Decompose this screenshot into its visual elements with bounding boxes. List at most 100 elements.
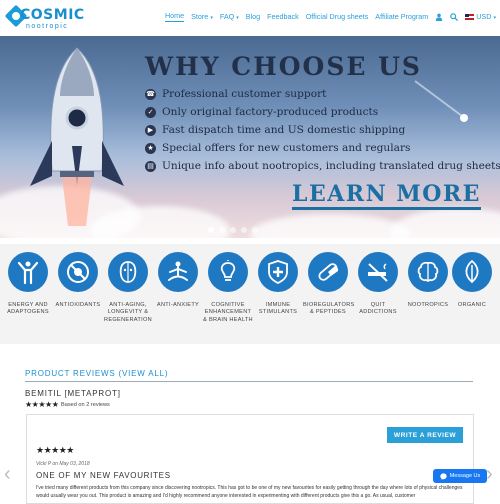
face-icon	[119, 261, 137, 283]
category-label: NOOTROPICS	[407, 302, 449, 308]
currency-selector[interactable]: USD ▾	[465, 12, 496, 21]
reviews-section: PRODUCT REVIEWS (VIEW ALL) BEMITIL [META…	[0, 356, 500, 504]
chevron-down-icon: ▾	[210, 15, 213, 21]
shield-cross-icon	[268, 260, 288, 285]
feature-item: ✓ Only original factory-produced products	[145, 106, 378, 118]
write-review-button[interactable]: WRITE A REVIEW	[387, 427, 463, 443]
category-label: COGNITIVE ENHANCEMENT & BRAIN HEALTH	[203, 302, 253, 323]
category-cognitive[interactable]: COGNITIVE ENHANCEMENT & BRAIN HEALTH	[203, 252, 253, 324]
category-circle	[108, 252, 148, 292]
meditation-icon	[168, 261, 188, 281]
message-us-label: Message Us	[449, 473, 481, 479]
capsule-icon	[318, 263, 339, 281]
site-header: COSMIC nootropic Home Store ▾ FAQ ▾ Blog…	[0, 0, 500, 36]
category-label: QUIT ADDICTIONS	[359, 302, 397, 316]
category-circle	[58, 252, 98, 292]
review-card: WRITE A REVIEW ★★★★★ Vicki P on May 03, …	[26, 414, 474, 504]
category-circle	[408, 252, 448, 292]
category-circle	[8, 252, 48, 292]
category-circle	[258, 252, 298, 292]
nav-feedback[interactable]: Feedback	[267, 12, 299, 21]
rating-stars: ★★★★★	[25, 400, 59, 409]
currency-label: USD	[476, 12, 492, 21]
rocket-icon	[30, 47, 124, 226]
comet-icon	[414, 80, 468, 122]
feature-item: ▶ Fast dispatch time and US domestic ship…	[145, 124, 405, 136]
no-smoking-icon	[368, 263, 388, 282]
feature-text: Only original factory-produced products	[162, 106, 379, 118]
slider-dot[interactable]	[252, 227, 258, 233]
category-label: ENERGY AND ADAPTOGENS	[7, 302, 49, 316]
category-circle	[452, 252, 492, 292]
truck-icon: ▶	[145, 124, 156, 136]
person-arms-up-icon	[17, 261, 39, 285]
review-author-date: Vicki P on May 03, 2018	[36, 461, 90, 467]
message-us-button[interactable]: Message Us	[433, 469, 487, 483]
feature-item: ▤ Unique info about nootropics, including…	[145, 160, 500, 172]
nav-store[interactable]: Store ▾	[191, 12, 213, 21]
category-circle	[358, 252, 398, 292]
category-anti-aging[interactable]: ANTI-AGING, LONGEVITY & REGENERATION	[103, 252, 153, 324]
review-title: ONE OF MY NEW FAVOURITES	[36, 471, 171, 480]
nav-affiliate[interactable]: Affiliate Program	[375, 12, 428, 21]
headset-icon: ☎	[145, 88, 156, 100]
category-energy[interactable]: ENERGY AND ADAPTOGENS	[3, 252, 53, 317]
category-circle	[208, 252, 248, 292]
category-bar: ENERGY AND ADAPTOGENS ANTIOXIDANTS ANTI-…	[0, 244, 500, 344]
category-bioregulators[interactable]: BIOREGULATORS & PEPTIDES	[303, 252, 355, 317]
slider-dot[interactable]	[230, 227, 236, 233]
review-count: Based on 2 reviews	[61, 402, 110, 408]
feature-text: Special offers for new customers and reg…	[162, 142, 411, 154]
category-quit-addictions[interactable]: QUIT ADDICTIONS	[353, 252, 403, 317]
category-circle	[308, 252, 348, 292]
slider-dot[interactable]	[219, 227, 225, 233]
feature-text: Unique info about nootropics, including …	[162, 160, 500, 172]
thumbs-up-icon: ✓	[145, 106, 156, 118]
chevron-down-icon: ▾	[493, 15, 496, 21]
hero-banner[interactable]: WHY CHOOSE US ☎ Professional customer sup…	[0, 36, 500, 238]
category-anti-anxiety[interactable]: ANTI-ANXIETY	[153, 252, 203, 309]
divider	[25, 381, 473, 382]
us-flag-icon	[465, 14, 475, 21]
category-organic[interactable]: ORGANIC	[447, 252, 497, 309]
category-label: BIOREGULATORS & PEPTIDES	[303, 302, 355, 316]
nav-faq-label: FAQ	[219, 12, 235, 21]
category-label: ORGANIC	[457, 302, 487, 308]
prev-arrow-icon[interactable]: ‹	[4, 463, 11, 486]
product-name[interactable]: BEMITIL [METAPROT]	[25, 389, 121, 398]
nav-store-label: Store	[191, 12, 209, 21]
messenger-icon	[440, 472, 447, 480]
category-antioxidants[interactable]: ANTIOXIDANTS	[53, 252, 103, 309]
reviews-heading-link[interactable]: PRODUCT REVIEWS (VIEW ALL)	[25, 369, 168, 378]
nav-home[interactable]: Home	[164, 11, 185, 22]
review-stars: ★★★★★	[36, 445, 74, 455]
logo-name: COSMIC	[20, 7, 85, 23]
category-label: ANTI-AGING, LONGEVITY & REGENERATION	[104, 302, 152, 323]
no-virus-icon	[67, 261, 89, 283]
nav-blog[interactable]: Blog	[246, 12, 260, 21]
category-label: IMMUNE STIMULANTS	[258, 302, 298, 316]
leaf-icon	[465, 259, 479, 284]
document-icon: ▤	[145, 160, 156, 172]
category-nootropics[interactable]: NOOTROPICS	[403, 252, 453, 309]
slider-dots	[208, 227, 258, 233]
category-immune[interactable]: IMMUNE STIMULANTS	[253, 252, 303, 317]
gift-icon: ★	[145, 142, 156, 154]
hero-title: WHY CHOOSE US	[145, 52, 422, 81]
lightbulb-icon	[220, 260, 236, 281]
learn-more-button[interactable]: LEARN MORE	[292, 183, 481, 210]
slider-dot[interactable]	[241, 227, 247, 233]
feature-item: ★ Special offers for new customers and re…	[145, 142, 410, 154]
next-arrow-icon[interactable]: ›	[486, 463, 493, 486]
search-icon[interactable]	[450, 12, 459, 21]
category-label: ANTI-ANXIETY	[156, 302, 200, 308]
nav-faq[interactable]: FAQ ▾	[220, 12, 239, 21]
nav-drug-sheets[interactable]: Official Drug sheets	[306, 12, 369, 21]
feature-text: Professional customer support	[162, 88, 327, 100]
brain-icon	[417, 261, 439, 283]
user-icon[interactable]	[435, 13, 443, 21]
slider-dot[interactable]	[208, 227, 214, 233]
logo-subtitle: nootropic	[26, 23, 69, 30]
site-logo[interactable]: COSMIC nootropic	[4, 3, 84, 33]
cloud	[250, 214, 410, 238]
